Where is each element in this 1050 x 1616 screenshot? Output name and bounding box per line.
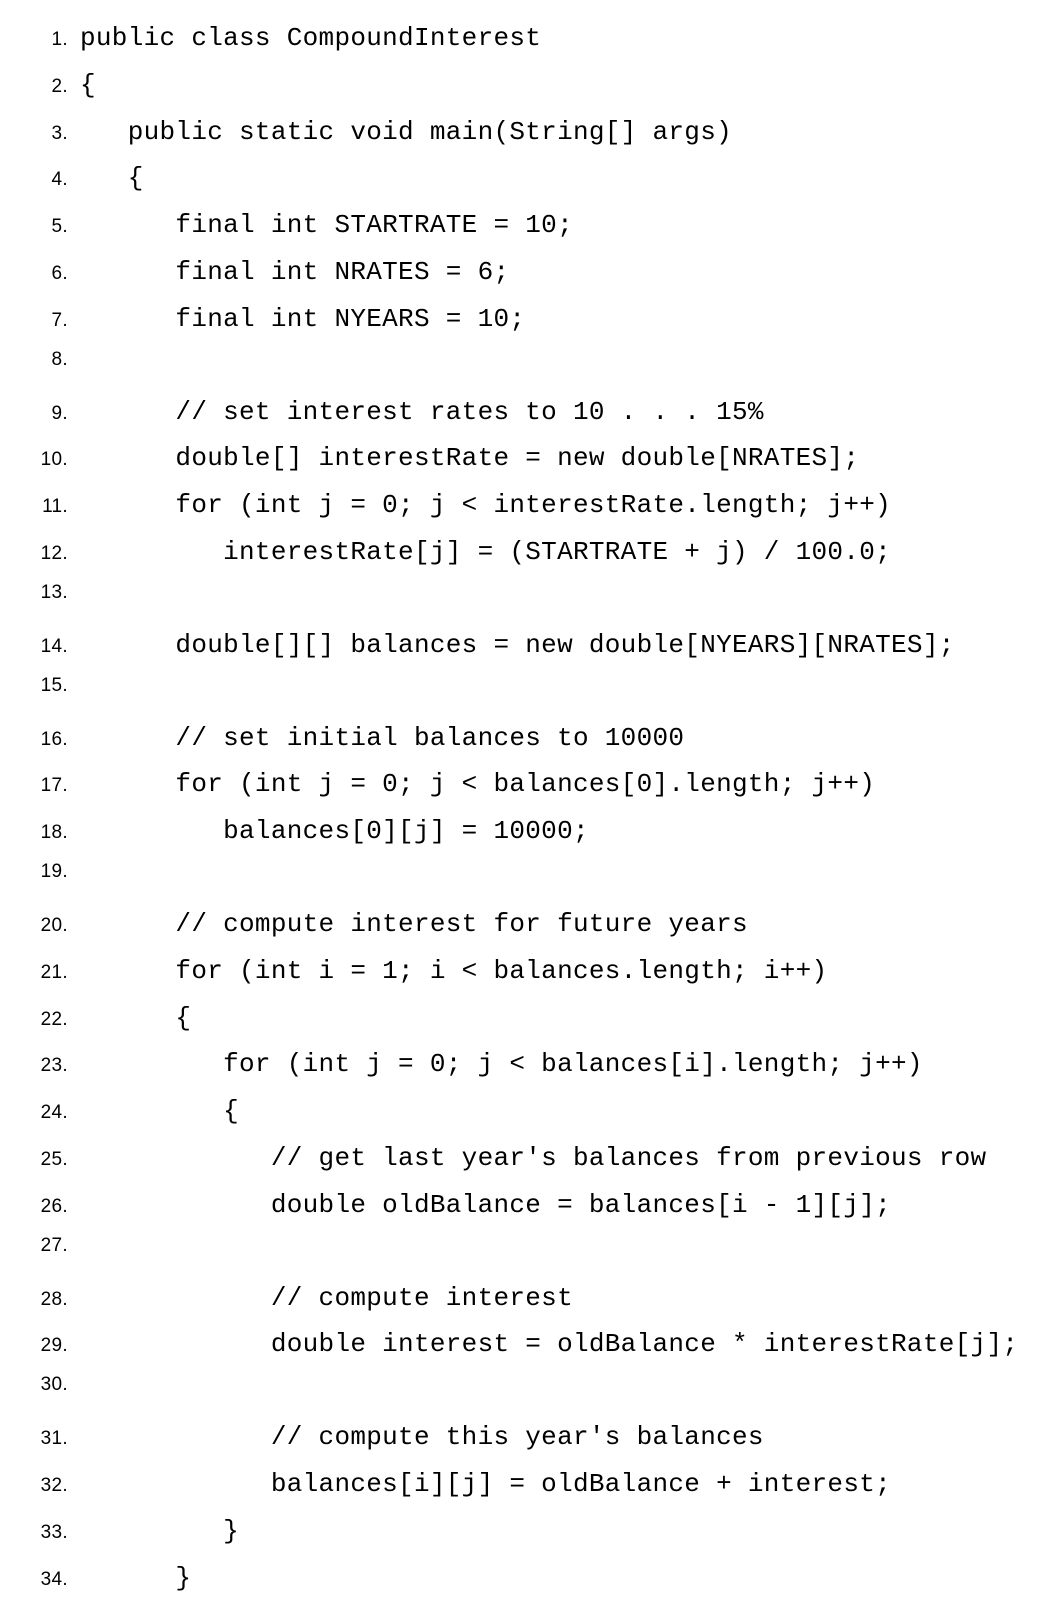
code-line: 12. interestRate[j] = (STARTRATE + j) / … (25, 529, 1025, 576)
code-line: 20. // compute interest for future years (25, 901, 1025, 948)
code-line: 32. balances[i][j] = oldBalance + intere… (25, 1461, 1025, 1508)
code-text: final int NRATES = 6; (80, 249, 509, 296)
line-number: 1. (25, 23, 80, 57)
code-text: for (int i = 1; i < balances.length; i++… (80, 948, 827, 995)
code-text: balances[0][j] = 10000; (80, 808, 589, 855)
line-number: 9. (25, 397, 80, 431)
line-number: 10. (25, 443, 80, 477)
line-number: 28. (25, 1283, 80, 1317)
code-line: 23. for (int j = 0; j < balances[i].leng… (25, 1041, 1025, 1088)
line-number: 6. (25, 257, 80, 291)
code-line: 27. (25, 1229, 1025, 1275)
line-number: 4. (25, 163, 80, 197)
code-line: 4. { (25, 155, 1025, 202)
line-number: 17. (25, 769, 80, 803)
code-line: 18. balances[0][j] = 10000; (25, 808, 1025, 855)
code-text: // compute interest (80, 1275, 573, 1322)
code-text: for (int j = 0; j < balances[0].length; … (80, 761, 875, 808)
code-text: double interest = oldBalance * interestR… (80, 1321, 1018, 1368)
line-number: 7. (25, 304, 80, 338)
code-line: 28. // compute interest (25, 1275, 1025, 1322)
code-line: 13. (25, 576, 1025, 622)
code-listing: 1.public class CompoundInterest2.{3. pub… (25, 15, 1025, 1601)
code-line: 7. final int NYEARS = 10; (25, 296, 1025, 343)
line-number: 34. (25, 1563, 80, 1597)
line-number: 22. (25, 1003, 80, 1037)
line-number: 27. (25, 1229, 80, 1263)
line-number: 19. (25, 855, 80, 889)
code-line: 5. final int STARTRATE = 10; (25, 202, 1025, 249)
code-line: 8. (25, 343, 1025, 389)
code-line: 22. { (25, 995, 1025, 1042)
line-number: 33. (25, 1516, 80, 1550)
code-text: // set initial balances to 10000 (80, 715, 684, 762)
line-number: 32. (25, 1469, 80, 1503)
line-number: 20. (25, 909, 80, 943)
code-line: 21. for (int i = 1; i < balances.length;… (25, 948, 1025, 995)
code-line: 34. } (25, 1555, 1025, 1602)
line-number: 30. (25, 1368, 80, 1402)
code-line: 10. double[] interestRate = new double[N… (25, 435, 1025, 482)
code-line: 24. { (25, 1088, 1025, 1135)
code-line: 25. // get last year's balances from pre… (25, 1135, 1025, 1182)
line-number: 31. (25, 1422, 80, 1456)
code-text: // compute this year's balances (80, 1414, 764, 1461)
line-number: 23. (25, 1049, 80, 1083)
code-line: 16. // set initial balances to 10000 (25, 715, 1025, 762)
line-number: 13. (25, 576, 80, 610)
line-number: 11. (25, 490, 80, 524)
code-line: 29. double interest = oldBalance * inter… (25, 1321, 1025, 1368)
line-number: 25. (25, 1143, 80, 1177)
line-number: 24. (25, 1096, 80, 1130)
code-text: } (80, 1555, 191, 1602)
code-line: 30. (25, 1368, 1025, 1414)
line-number: 2. (25, 70, 80, 104)
code-text: // compute interest for future years (80, 901, 748, 948)
line-number: 29. (25, 1329, 80, 1363)
code-text: // set interest rates to 10 . . . 15% (80, 389, 764, 436)
code-line: 1.public class CompoundInterest (25, 15, 1025, 62)
code-line: 26. double oldBalance = balances[i - 1][… (25, 1182, 1025, 1229)
code-line: 17. for (int j = 0; j < balances[0].leng… (25, 761, 1025, 808)
code-text: for (int j = 0; j < interestRate.length;… (80, 482, 891, 529)
line-number: 14. (25, 630, 80, 664)
code-text: { (80, 155, 144, 202)
code-line: 15. (25, 669, 1025, 715)
code-text: interestRate[j] = (STARTRATE + j) / 100.… (80, 529, 891, 576)
code-line: 19. (25, 855, 1025, 901)
code-line: 2.{ (25, 62, 1025, 109)
line-number: 16. (25, 723, 80, 757)
line-number: 18. (25, 816, 80, 850)
line-number: 5. (25, 210, 80, 244)
code-line: 31. // compute this year's balances (25, 1414, 1025, 1461)
code-text: { (80, 62, 96, 109)
code-line: 14. double[][] balances = new double[NYE… (25, 622, 1025, 669)
code-text: final int STARTRATE = 10; (80, 202, 573, 249)
code-line: 6. final int NRATES = 6; (25, 249, 1025, 296)
line-number: 26. (25, 1190, 80, 1224)
code-text: double[][] balances = new double[NYEARS]… (80, 622, 955, 669)
code-text: public static void main(String[] args) (80, 109, 732, 156)
code-text: double[] interestRate = new double[NRATE… (80, 435, 859, 482)
line-number: 12. (25, 537, 80, 571)
line-number: 15. (25, 669, 80, 703)
code-text: // get last year's balances from previou… (80, 1135, 986, 1182)
code-text: balances[i][j] = oldBalance + interest; (80, 1461, 891, 1508)
code-line: 3. public static void main(String[] args… (25, 109, 1025, 156)
code-text: { (80, 995, 191, 1042)
code-line: 33. } (25, 1508, 1025, 1555)
line-number: 21. (25, 956, 80, 990)
code-text: final int NYEARS = 10; (80, 296, 525, 343)
code-line: 9. // set interest rates to 10 . . . 15% (25, 389, 1025, 436)
line-number: 8. (25, 343, 80, 377)
code-text: double oldBalance = balances[i - 1][j]; (80, 1182, 891, 1229)
code-line: 11. for (int j = 0; j < interestRate.len… (25, 482, 1025, 529)
code-text: { (80, 1088, 239, 1135)
line-number: 3. (25, 117, 80, 151)
code-text: } (80, 1508, 239, 1555)
code-text: public class CompoundInterest (80, 15, 541, 62)
code-text: for (int j = 0; j < balances[i].length; … (80, 1041, 923, 1088)
